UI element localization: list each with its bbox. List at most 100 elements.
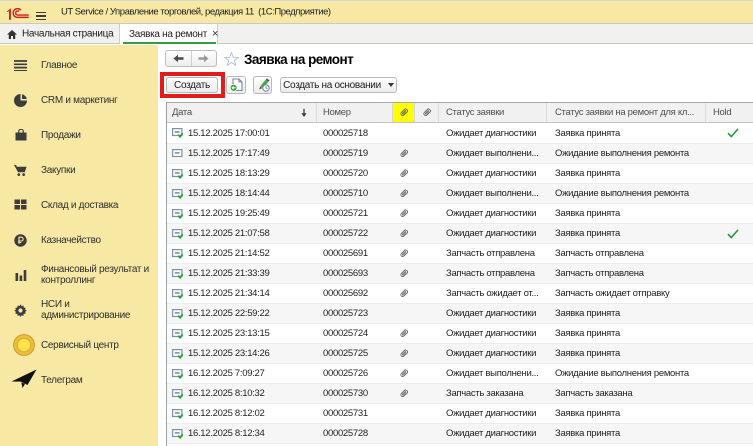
- cell-status-client[interactable]: Запчасть отправлена: [547, 264, 706, 283]
- column-header-attachment[interactable]: [415, 103, 439, 122]
- cell-attachment-2[interactable]: [415, 184, 439, 203]
- column-header-number[interactable]: Номер: [317, 103, 393, 122]
- cell-status-client[interactable]: Заявка принята: [547, 344, 706, 363]
- copy-button[interactable]: [226, 76, 246, 94]
- cell-number[interactable]: 000025719: [317, 144, 393, 163]
- tab-close-icon[interactable]: ×: [212, 29, 218, 40]
- cell-status-client[interactable]: Заявка принята: [547, 224, 706, 243]
- cell-status[interactable]: Ожидает диагностики: [439, 164, 547, 183]
- cell-number[interactable]: 000025728: [317, 424, 393, 443]
- cell-number[interactable]: 000025693: [317, 264, 393, 283]
- cell-number[interactable]: 000025724: [317, 324, 393, 343]
- cell-status[interactable]: Запчасть отправлена: [439, 264, 547, 283]
- column-header-status[interactable]: Статус заявки: [439, 103, 547, 122]
- home-page-button[interactable]: [3, 24, 21, 44]
- cell-hold[interactable]: [706, 384, 753, 403]
- cell-attachment[interactable]: [393, 184, 415, 203]
- sidebar-item-5[interactable]: Склад и доставка: [0, 188, 158, 222]
- cell-attachment[interactable]: [393, 284, 415, 303]
- cell-date[interactable]: 16.12.2025 8:10:32: [167, 384, 317, 403]
- cell-status-client[interactable]: Ожидание выполнения ремонта: [547, 144, 706, 163]
- cell-hold[interactable]: [706, 264, 753, 283]
- cell-status-client[interactable]: Заявка принята: [547, 304, 706, 323]
- cell-attachment[interactable]: [393, 364, 415, 383]
- cell-attachment-2[interactable]: [415, 244, 439, 263]
- create-based-on-button[interactable]: Создать на основании: [280, 77, 397, 93]
- cell-status[interactable]: Ожидает диагностики: [439, 324, 547, 343]
- cell-attachment-2[interactable]: [415, 264, 439, 283]
- cell-date[interactable]: 15.12.2025 23:14:26: [167, 344, 317, 363]
- cell-date[interactable]: 16.12.2025 8:12:02: [167, 404, 317, 423]
- cell-attachment-2[interactable]: [415, 304, 439, 323]
- cell-status-client[interactable]: Заявка принята: [547, 204, 706, 223]
- cell-status-client[interactable]: Запчасть отправлена: [547, 244, 706, 263]
- cell-attachment-2[interactable]: [415, 284, 439, 303]
- sidebar-item-9[interactable]: Сервисный центр: [0, 328, 158, 362]
- cell-attachment-2[interactable]: [415, 123, 439, 143]
- cell-date[interactable]: 15.12.2025 21:07:58: [167, 224, 317, 243]
- cell-number[interactable]: 000025725: [317, 344, 393, 363]
- create-button[interactable]: Создать: [166, 77, 218, 93]
- cell-hold[interactable]: [706, 424, 753, 443]
- cell-hold[interactable]: [706, 184, 753, 203]
- cell-attachment-2[interactable]: [415, 384, 439, 403]
- cell-status[interactable]: Ожидает выполнени...: [439, 144, 547, 163]
- cell-hold[interactable]: [706, 284, 753, 303]
- cell-status[interactable]: Ожидает диагностики: [439, 204, 547, 223]
- cell-hold[interactable]: [706, 344, 753, 363]
- table-row[interactable]: 16.12.2025 8:12:34000025728Ожидает диагн…: [167, 423, 753, 443]
- cell-attachment[interactable]: [393, 244, 415, 263]
- cell-date[interactable]: 15.12.2025 18:14:44: [167, 184, 317, 203]
- table-row[interactable]: 15.12.2025 18:14:44000025710 Ожидает вып…: [167, 183, 753, 203]
- cell-status[interactable]: Ожидает выполнени...: [439, 184, 547, 203]
- cell-hold[interactable]: [706, 404, 753, 423]
- table-row[interactable]: 15.12.2025 18:13:29000025720 Ожидает диа…: [167, 163, 753, 183]
- cell-date[interactable]: 15.12.2025 19:25:49: [167, 204, 317, 223]
- tab-repair-request[interactable]: Заявка на ремонт ×: [119, 24, 218, 44]
- cell-attachment[interactable]: [393, 123, 415, 143]
- cell-status[interactable]: Ожидает диагностики: [439, 123, 547, 143]
- cell-hold[interactable]: [706, 164, 753, 183]
- sidebar-item-10[interactable]: Телеграм: [0, 363, 158, 397]
- cell-attachment[interactable]: [393, 324, 415, 343]
- cell-number[interactable]: 000025691: [317, 244, 393, 263]
- cell-hold[interactable]: [706, 204, 753, 223]
- cell-attachment-2[interactable]: [415, 404, 439, 423]
- cell-status[interactable]: Ожидает диагностики: [439, 224, 547, 243]
- cell-number[interactable]: 000025721: [317, 204, 393, 223]
- table-row[interactable]: 15.12.2025 19:25:49000025721 Ожидает диа…: [167, 203, 753, 223]
- sidebar-item-7[interactable]: Финансовый результат и контроллинг: [0, 258, 158, 292]
- cell-status[interactable]: Запчасть отправлена: [439, 244, 547, 263]
- cell-number[interactable]: 000025723: [317, 304, 393, 323]
- cell-date[interactable]: 15.12.2025 18:13:29: [167, 164, 317, 183]
- column-header-date[interactable]: Дата: [167, 103, 317, 122]
- sidebar-item-3[interactable]: Продажи: [0, 118, 158, 152]
- cell-status[interactable]: Ожидает диагностики: [439, 404, 547, 423]
- column-header-attachment-highlighted[interactable]: [393, 103, 415, 122]
- back-button[interactable]: [166, 51, 192, 66]
- sidebar-item-2[interactable]: CRM и маркетинг: [0, 83, 158, 117]
- cell-date[interactable]: 16.12.2025 8:12:34: [167, 424, 317, 443]
- cell-hold[interactable]: [706, 224, 753, 243]
- cell-status[interactable]: Ожидает выполнени...: [439, 364, 547, 383]
- sidebar-item-8[interactable]: НСИ и администрирование: [0, 293, 158, 327]
- cell-attachment-2[interactable]: [415, 324, 439, 343]
- cell-attachment[interactable]: [393, 264, 415, 283]
- favorite-star-icon[interactable]: [224, 52, 239, 66]
- cell-status[interactable]: Запчасть ожидает от...: [439, 284, 547, 303]
- cell-date[interactable]: 15.12.2025 22:59:22: [167, 304, 317, 323]
- cell-status[interactable]: Ожидает диагностики: [439, 344, 547, 363]
- cell-number[interactable]: 000025730: [317, 384, 393, 403]
- cell-attachment[interactable]: [393, 344, 415, 363]
- cell-number[interactable]: 000025731: [317, 404, 393, 423]
- cell-status-client[interactable]: Ожидание выполнения ремонта: [547, 364, 706, 383]
- forward-button[interactable]: [192, 51, 217, 66]
- table-row[interactable]: 15.12.2025 17:00:01000025718Ожидает диаг…: [167, 123, 753, 143]
- main-menu-icon[interactable]: [36, 12, 46, 20]
- cell-status-client[interactable]: Ожидание выполнения ремонта: [547, 184, 706, 203]
- cell-status-client[interactable]: Запчасть заказана: [547, 384, 706, 403]
- cell-attachment[interactable]: [393, 224, 415, 243]
- cell-number[interactable]: 000025726: [317, 364, 393, 383]
- cell-date[interactable]: 15.12.2025 17:00:01: [167, 123, 317, 143]
- cell-attachment[interactable]: [393, 304, 415, 323]
